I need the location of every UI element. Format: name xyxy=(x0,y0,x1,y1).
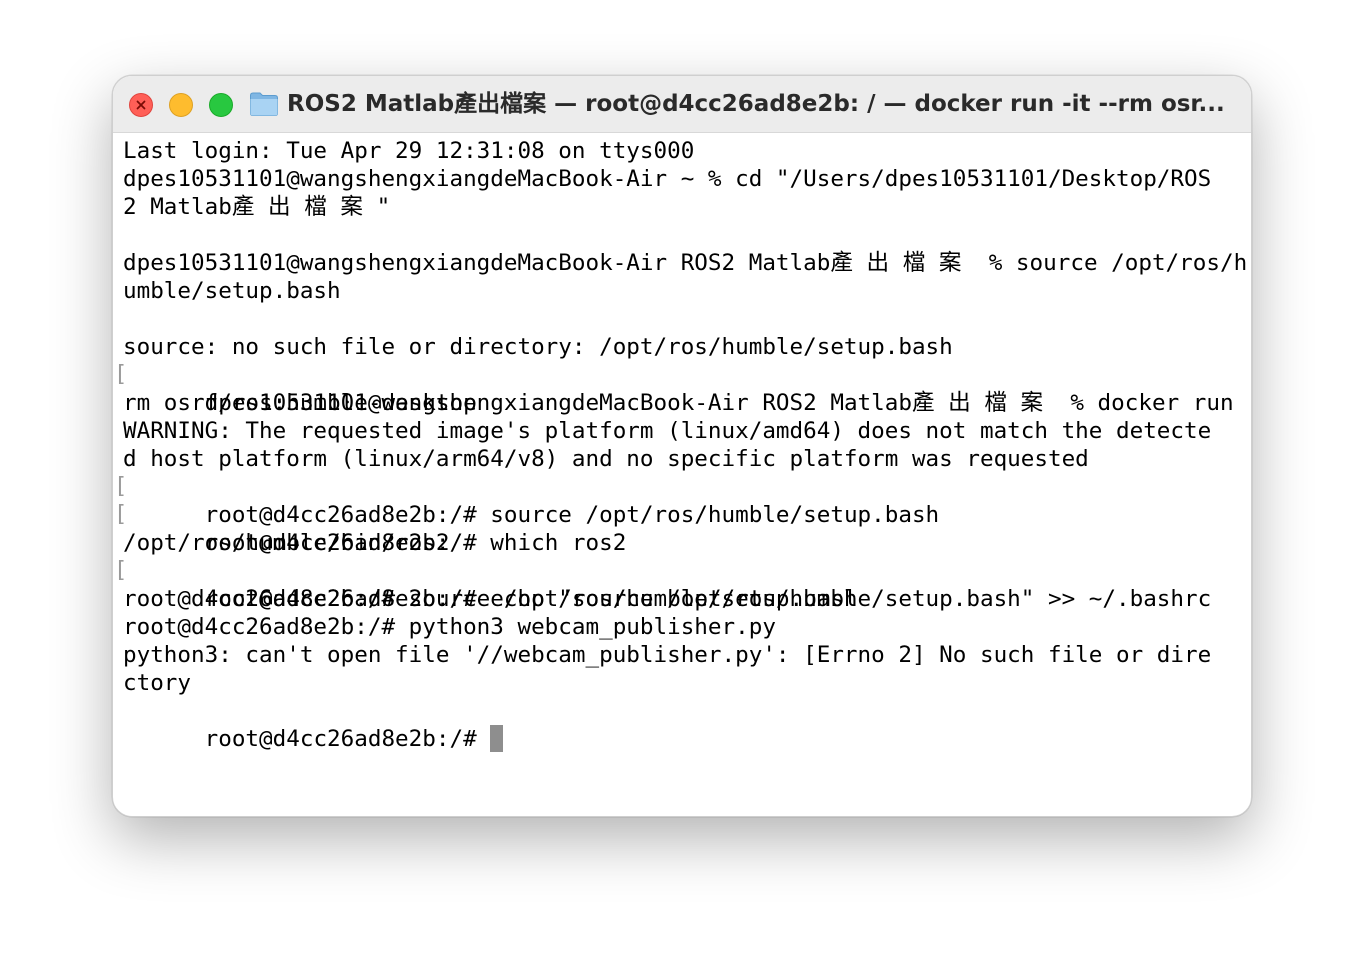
mark-bracket-left: [ xyxy=(114,558,128,583)
title-bar[interactable]: ROS2 Matlab產出檔案 — root@d4cc26ad8e2b: / —… xyxy=(113,76,1251,133)
terminal-line: source: no such file or directory: /opt/… xyxy=(123,334,953,360)
folder-icon xyxy=(250,92,278,116)
terminal-line: umble/setup.bash xyxy=(123,278,341,304)
mark-bracket-right: ] xyxy=(1248,473,1251,501)
mark-bracket-right: ] xyxy=(1248,501,1251,529)
terminal-line-marked: root@d4cc26ad8e2b:/# which ros2 [ ] xyxy=(114,501,1251,556)
terminal-line-marked: root@d4cc26ad8e2b:/# source /opt/ros/hum… xyxy=(114,473,1251,528)
terminal-prompt-line[interactable]: root@d4cc26ad8e2b:/# xyxy=(123,697,1247,752)
terminal-line: root@d4cc26ad8e2b:/# source /opt/ros/hum… xyxy=(123,586,858,612)
text-cursor xyxy=(490,725,504,752)
terminal-line: dpes10531101@wangshengxiangdeMacBook-Air… xyxy=(123,166,1212,192)
mark-bracket-right: ] xyxy=(1248,557,1251,585)
mark-bracket-right: ] xyxy=(1248,361,1251,389)
terminal-line: Last login: Tue Apr 29 12:31:08 on ttys0… xyxy=(123,138,695,164)
terminal-line: ctory xyxy=(123,670,192,696)
mark-bracket-left: [ xyxy=(114,474,128,499)
terminal-line: rm osrf/ros:humble-desktop xyxy=(123,390,477,416)
terminal-line: 2 Matlab產 出 檔 案 " xyxy=(123,194,391,220)
mark-bracket-left: [ xyxy=(114,362,128,387)
window-title: ROS2 Matlab產出檔案 — root@d4cc26ad8e2b: / —… xyxy=(287,91,1225,117)
close-button[interactable] xyxy=(129,93,153,117)
terminal-line: d host platform (linux/arm64/v8) and no … xyxy=(123,446,1089,472)
mark-bracket-left: [ xyxy=(114,502,128,527)
zoom-button[interactable] xyxy=(209,93,233,117)
terminal-line: root@d4cc26ad8e2b:/# python3 webcam_publ… xyxy=(123,614,776,640)
close-icon xyxy=(136,100,146,110)
terminal-line-marked: dpes10531101@wangshengxiangdeMacBook-Air… xyxy=(114,361,1251,416)
minimize-button[interactable] xyxy=(169,93,193,117)
terminal-line: dpes10531101@wangshengxiangdeMacBook-Air… xyxy=(123,250,1248,276)
terminal-line: /opt/ros/humble/bin/ros2 xyxy=(123,530,450,556)
terminal-output[interactable]: Last login: Tue Apr 29 12:31:08 on ttys0… xyxy=(114,137,1251,807)
terminal-line: WARNING: The requested image's platform … xyxy=(123,418,1212,444)
terminal-line: python3: can't open file '//webcam_publi… xyxy=(123,642,1212,668)
terminal-window: ROS2 Matlab產出檔案 — root@d4cc26ad8e2b: / —… xyxy=(112,75,1252,817)
terminal-line-marked: root@d4cc26ad8e2b:/# echo "source /opt/r… xyxy=(114,557,1251,612)
shell-prompt: root@d4cc26ad8e2b:/# xyxy=(204,726,491,752)
